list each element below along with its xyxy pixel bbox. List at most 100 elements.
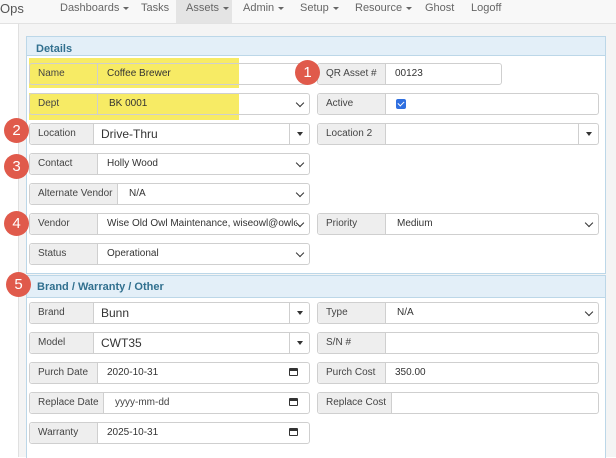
purch-date-field[interactable]: Purch Date 2020-10-31 xyxy=(29,362,310,384)
model-value: CWT35 xyxy=(101,336,142,350)
serial-number-label: S/N # xyxy=(318,333,386,353)
dept-label: Dept xyxy=(30,94,98,114)
warranty-label: Warranty xyxy=(30,423,98,443)
active-field: Active xyxy=(317,93,599,115)
priority-value: Medium xyxy=(397,218,433,229)
contact-select[interactable]: Contact Holly Wood xyxy=(29,153,310,175)
nav-label: Dashboards xyxy=(60,2,120,14)
name-value: Coffee Brewer xyxy=(107,68,171,79)
vendor-label: Vendor xyxy=(30,214,98,234)
chevron-down-icon xyxy=(584,307,594,317)
nav-setup[interactable]: Setup xyxy=(300,0,339,23)
location-label: Location xyxy=(30,124,94,144)
location2-label: Location 2 xyxy=(318,124,386,144)
brand-select[interactable]: Brand Bunn xyxy=(29,302,310,324)
location-select[interactable]: Location Drive-Thru xyxy=(29,123,310,145)
caret-down-icon xyxy=(332,6,339,10)
status-label: Status xyxy=(30,244,98,264)
qr-asset-value: 00123 xyxy=(395,68,423,79)
contact-label: Contact xyxy=(30,154,98,174)
type-select[interactable]: Type N/A xyxy=(317,302,599,324)
replace-date-label: Replace Date xyxy=(30,393,104,413)
brand-dropdown-toggle[interactable] xyxy=(289,303,310,323)
model-dropdown-toggle[interactable] xyxy=(289,333,310,353)
active-checkbox[interactable] xyxy=(396,99,406,109)
chevron-down-icon xyxy=(295,248,305,258)
triangle-down-icon xyxy=(297,311,303,315)
nav-ghost[interactable]: Ghost xyxy=(425,0,454,23)
brand-logo[interactable]: Ops xyxy=(0,1,24,16)
vendor-select[interactable]: Vendor Wise Old Owl Maintenance, wiseowl… xyxy=(29,213,310,235)
brand-label: Brand xyxy=(30,303,94,323)
details-heading: Details xyxy=(27,37,605,56)
calendar-icon[interactable] xyxy=(289,398,298,406)
callout-badge-3: 3 xyxy=(4,154,29,179)
caret-down-icon xyxy=(278,6,285,10)
alternate-vendor-label: Alternate Vendor xyxy=(30,184,118,204)
nav-label: Resource xyxy=(355,2,403,14)
name-label: Name xyxy=(30,64,98,84)
alternate-vendor-select[interactable]: Alternate Vendor N/A xyxy=(29,183,310,205)
purch-date-value: 2020-10-31 xyxy=(107,367,159,378)
qr-asset-field[interactable]: QR Asset # 00123 xyxy=(317,63,502,85)
nav-admin[interactable]: Admin xyxy=(243,0,285,23)
chevron-down-icon xyxy=(295,158,305,168)
purch-cost-label: Purch Cost xyxy=(318,363,386,383)
dept-select[interactable]: Dept BK 0001 xyxy=(29,93,310,115)
warranty-value: 2025-10-31 xyxy=(107,427,159,438)
status-select[interactable]: Status Operational xyxy=(29,243,310,265)
purch-cost-value: 350.00 xyxy=(395,367,426,378)
top-nav: Ops Dashboards Tasks Assets Admin Setup … xyxy=(0,0,616,24)
triangle-down-icon xyxy=(297,132,303,136)
chevron-down-icon xyxy=(295,98,305,108)
replace-date-field[interactable]: Replace Date yyyy-mm-dd xyxy=(29,392,310,414)
priority-select[interactable]: Priority Medium xyxy=(317,213,599,235)
nav-label: Logoff xyxy=(471,2,502,14)
replace-date-placeholder: yyyy-mm-dd xyxy=(115,397,170,408)
purch-cost-field[interactable]: Purch Cost 350.00 xyxy=(317,362,599,384)
replace-cost-value xyxy=(392,393,401,413)
contact-value: Holly Wood xyxy=(107,158,158,169)
location-value: Drive-Thru xyxy=(101,127,158,141)
vendor-value: Wise Old Owl Maintenance, wiseowl@owlop xyxy=(107,218,297,229)
location-dropdown-toggle[interactable] xyxy=(289,124,310,144)
caret-down-icon xyxy=(123,6,130,10)
priority-label: Priority xyxy=(318,214,386,234)
serial-number-value xyxy=(386,333,395,353)
nav-logoff[interactable]: Logoff xyxy=(471,0,501,23)
type-label: Type xyxy=(318,303,386,323)
location2-dropdown-toggle[interactable] xyxy=(578,124,599,144)
nav-resource[interactable]: Resource xyxy=(355,0,413,23)
caret-down-icon xyxy=(406,6,413,10)
location2-select[interactable]: Location 2 xyxy=(317,123,599,145)
serial-number-field[interactable]: S/N # xyxy=(317,332,599,354)
chevron-down-icon xyxy=(584,218,594,228)
dept-value: BK 0001 xyxy=(109,98,148,109)
calendar-icon[interactable] xyxy=(289,368,298,376)
nav-dashboards[interactable]: Dashboards xyxy=(60,0,130,23)
nav-assets[interactable]: Assets xyxy=(176,0,232,23)
callout-badge-5: 5 xyxy=(6,272,31,297)
brand-value: Bunn xyxy=(101,306,130,320)
calendar-icon[interactable] xyxy=(289,428,298,436)
location2-value xyxy=(386,124,395,144)
callout-badge-4: 4 xyxy=(4,211,29,236)
nav-label: Setup xyxy=(300,2,329,14)
caret-down-icon xyxy=(223,6,230,10)
nav-label: Admin xyxy=(243,2,275,14)
name-field[interactable]: Name Coffee Brewer xyxy=(29,63,310,85)
model-select[interactable]: Model CWT35 xyxy=(29,332,310,354)
nav-tasks[interactable]: Tasks xyxy=(141,0,169,23)
warranty-field[interactable]: Warranty 2025-10-31 xyxy=(29,422,310,444)
replace-cost-label: Replace Cost xyxy=(318,393,392,413)
callout-badge-1: 1 xyxy=(295,60,320,85)
callout-badge-2: 2 xyxy=(4,118,29,143)
replace-cost-field[interactable]: Replace Cost xyxy=(317,392,599,414)
purch-date-label: Purch Date xyxy=(30,363,98,383)
active-label: Active xyxy=(318,94,386,114)
chevron-down-icon xyxy=(295,188,305,198)
qr-asset-label: QR Asset # xyxy=(318,64,386,84)
brand-warranty-heading: Brand / Warranty / Other xyxy=(27,276,605,298)
triangle-down-icon xyxy=(586,132,592,136)
nav-label: Tasks xyxy=(141,2,170,14)
